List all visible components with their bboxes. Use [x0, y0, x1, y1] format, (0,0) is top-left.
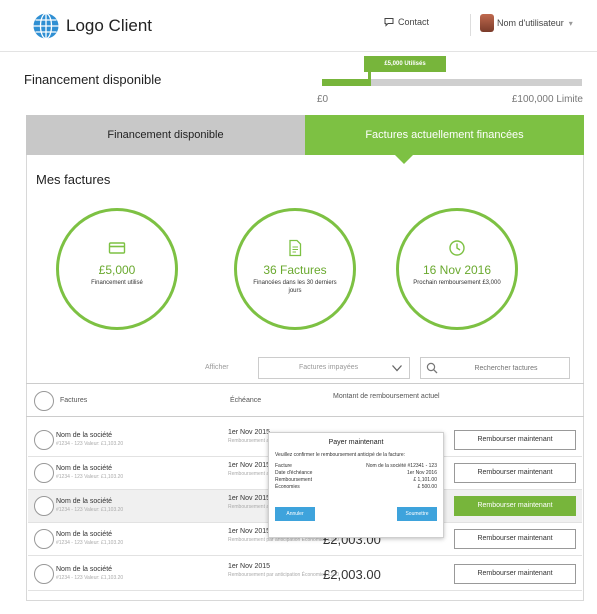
chevron-down-icon	[392, 365, 402, 372]
card-icon	[108, 242, 126, 254]
section-title: Mes factures	[36, 172, 111, 187]
clock-icon	[449, 240, 465, 256]
table-row: Nom de la société #1234 - 123 Valeur: £1…	[28, 558, 582, 591]
contact-label: Contact	[398, 17, 430, 27]
table-header: Factures Échéance Montant de rembourseme…	[26, 383, 584, 417]
dialog-field-due-date: Date d'échéance 1er Nov 2016	[275, 470, 437, 476]
stat-funding-used: £5,000 Financement utilisé	[56, 208, 178, 330]
filter-label: Afficher	[205, 364, 229, 371]
repay-now-button[interactable]: Rembourser maintenant	[454, 529, 576, 549]
invoice-meta: #1234 - 123 Valeur: £1,103.20	[56, 540, 124, 546]
funding-max-label: £100,000 Limite	[511, 94, 583, 105]
stat-value: £5,000	[98, 263, 136, 277]
filter-selected-value: Factures impayées	[299, 364, 359, 371]
submit-button[interactable]: Soumettre	[397, 507, 437, 521]
column-header: Montant de remboursement actuel	[333, 393, 440, 400]
row-checkbox[interactable]	[34, 564, 54, 584]
due-date: 1er Nov 2015	[228, 495, 271, 502]
company-name: Nom de la société	[56, 498, 113, 505]
nav-divider	[470, 14, 471, 36]
filter-select[interactable]: Factures impayées	[258, 357, 410, 379]
funding-title: Financement disponible	[24, 72, 162, 87]
top-bar: Logo Client Contact Nom d'utilisateur ▾	[0, 0, 597, 52]
field-label: Remboursement	[275, 477, 312, 483]
row-checkbox[interactable]	[34, 529, 54, 549]
field-value: £ 1,101.00	[413, 477, 437, 483]
repay-now-button[interactable]: Rembourser maintenant	[454, 463, 576, 483]
field-label: Économies	[275, 484, 300, 490]
due-date: 1er Nov 2015	[228, 563, 271, 570]
invoice-meta: #1234 - 123 Valeur: £1,103.20	[56, 575, 124, 581]
chat-icon	[384, 18, 394, 27]
due-date: 1er Nov 2015	[228, 528, 271, 535]
stat-caption: Financées dans les 30 derniers jours	[253, 280, 337, 294]
column-header: Factures	[60, 397, 88, 404]
pay-now-dialog: Payer maintenant Veuillez confirmer le r…	[268, 432, 444, 538]
dialog-field-savings: Économies £ 500.00	[275, 484, 437, 490]
search-box	[420, 357, 570, 379]
select-all-checkbox[interactable]	[34, 391, 54, 411]
repay-now-button[interactable]: Rembourser maintenant	[454, 430, 576, 450]
company-name: Nom de la société	[56, 432, 113, 439]
stat-value: 16 Nov 2016	[422, 263, 492, 277]
stat-invoices-financed: 36 Factures Financées dans les 30 dernie…	[234, 208, 356, 330]
funding-min-label: £0	[317, 94, 329, 105]
dialog-field-repayment: Remboursement £ 1,101.00	[275, 477, 437, 483]
dialog-field-invoice: Facture Nom de la société #12341 - 123	[275, 463, 437, 469]
field-value: £ 500.00	[417, 484, 437, 490]
user-menu[interactable]: Nom d'utilisateur ▾	[480, 14, 573, 32]
invoice-meta: #1234 - 123 Valeur: £1,103.20	[56, 474, 124, 480]
field-value: 1er Nov 2016	[406, 470, 437, 476]
row-checkbox[interactable]	[34, 430, 54, 450]
logo[interactable]: Logo Client	[32, 12, 152, 40]
due-date: 1er Nov 2015	[228, 429, 271, 436]
field-label: Facture	[275, 463, 292, 469]
repay-now-button[interactable]: Rembourser maintenant	[454, 564, 576, 584]
globe-icon	[33, 12, 59, 40]
tab-bar: Financement disponible Factures actuelle…	[26, 115, 584, 155]
tab-financed-invoices[interactable]: Factures actuellement financées	[305, 115, 584, 155]
invoice-icon	[289, 239, 302, 257]
invoice-meta: #1234 - 123 Valeur: £1,103.20	[56, 441, 124, 447]
dialog-title: Payer maintenant	[328, 439, 384, 446]
active-tab-indicator	[395, 155, 413, 164]
due-date: 1er Nov 2015	[228, 462, 271, 469]
field-value: Nom de la société #12341 - 123	[366, 463, 437, 469]
repay-now-button-active[interactable]: Rembourser maintenant	[454, 496, 576, 516]
funding-progress-bar	[322, 79, 582, 86]
logo-text: Logo Client	[66, 16, 153, 35]
company-name: Nom de la société	[56, 566, 113, 573]
column-header: Échéance	[230, 397, 262, 404]
company-name: Nom de la société	[56, 465, 113, 472]
row-checkbox[interactable]	[34, 496, 54, 516]
dialog-description: Veuillez confirmer le remboursement anti…	[275, 452, 406, 458]
stat-caption: Financement utilisé	[91, 280, 143, 286]
field-label: Date d'échéance	[275, 470, 313, 476]
search-icon	[426, 362, 438, 374]
cancel-button[interactable]: Annuler	[275, 507, 315, 521]
user-name: Nom d'utilisateur	[497, 18, 564, 28]
stat-value: 36 Factures	[263, 263, 327, 277]
funding-progress-fill	[322, 79, 372, 86]
contact-link[interactable]: Contact	[384, 17, 429, 27]
search-input[interactable]	[447, 361, 565, 375]
usage-tag: £5,000 Utilisés	[364, 56, 446, 72]
stat-next-repayment: 16 Nov 2016 Prochain remboursement £3,00…	[396, 208, 518, 330]
stat-caption: Prochain remboursement £3,000	[413, 280, 501, 286]
repayment-amount: £2,003.00	[323, 567, 381, 582]
row-checkbox[interactable]	[34, 463, 54, 483]
avatar	[480, 14, 494, 32]
chevron-down-icon: ▾	[568, 18, 573, 28]
tab-available-funding[interactable]: Financement disponible	[26, 115, 305, 155]
company-name: Nom de la société	[56, 531, 113, 538]
invoice-meta: #1234 - 123 Valeur: £1,103.20	[56, 507, 124, 513]
